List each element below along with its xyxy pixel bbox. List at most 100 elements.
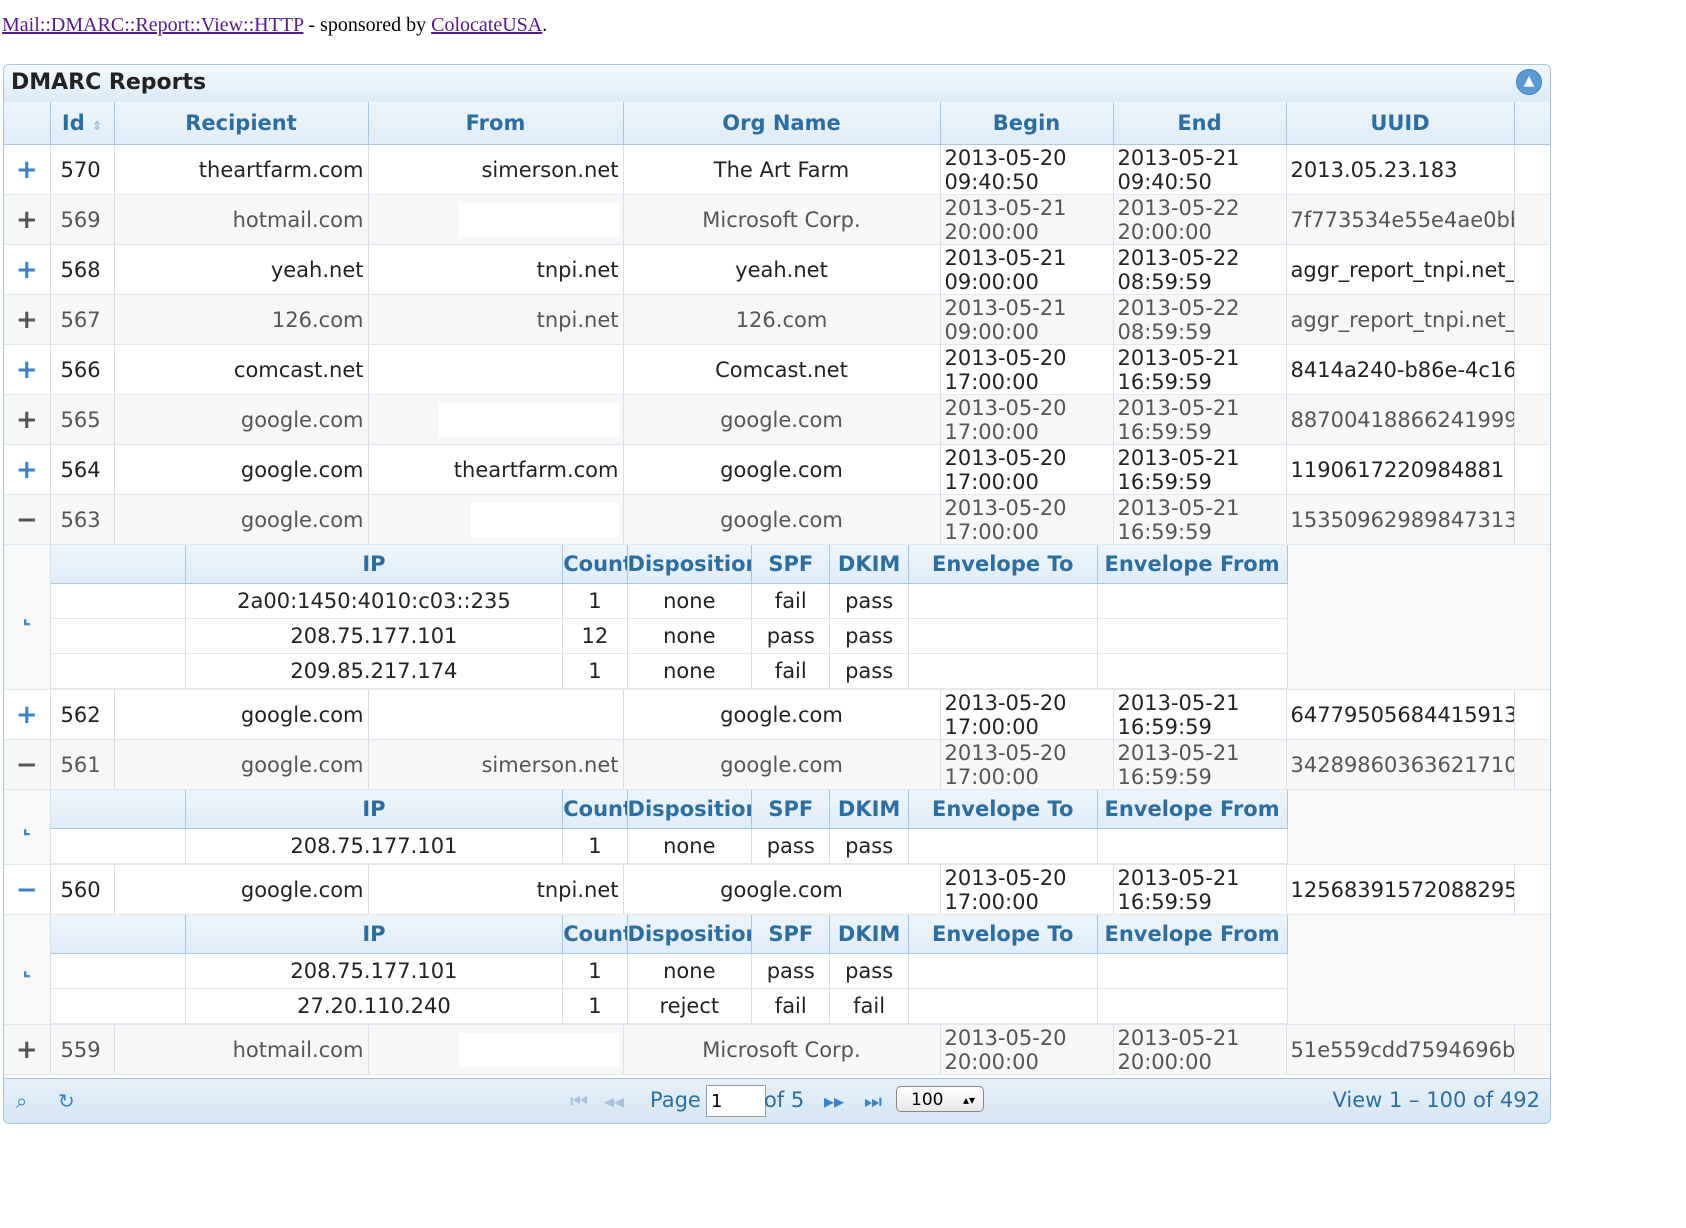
last-page-icon[interactable]: ⏭ [864,1089,882,1113]
col-begin[interactable]: Begin [940,102,1114,145]
table-row[interactable]: +559 hotmail.com Microsoft Corp. 2013-05-20… [4,1024,1550,1075]
expand-icon[interactable]: + [4,394,51,445]
sub-cell-spf: pass [751,953,831,989]
sub-col-dkim[interactable]: DKIM [829,545,909,584]
sub-col-envelope-from[interactable]: Envelope From [1097,915,1288,954]
view-http-link[interactable]: Mail::DMARC::Report::View::HTTP [2,14,303,36]
sub-col-envelope-to[interactable]: Envelope To [908,915,1098,954]
table-row[interactable]: +566 comcast.net Comcast.net 2013-05-20 17:0… [4,344,1550,395]
sub-cell-envelope-to [908,953,1098,989]
sub-cell-dkim: pass [829,653,909,689]
col-org-name[interactable]: Org Name [623,102,941,145]
sub-col-ip[interactable]: IP [185,545,564,584]
table-row[interactable]: +562 google.com google.com 2013-05-20 17:00:… [4,689,1550,740]
col-id[interactable]: Id ⇕ [50,102,115,145]
sub-cell-spf: pass [751,828,831,864]
subgrid-header-row: IP Count Disposition SPF DKIM Envelope To Enve… [50,915,1288,954]
sub-col-count[interactable]: Count [562,545,628,584]
expand-icon[interactable]: + [4,444,51,495]
sort-icon[interactable]: ⇕ [92,119,102,133]
expand-icon[interactable]: + [4,344,51,395]
cell-org-name: The Art Farm [623,145,941,195]
begin-date: 2013-05-21 [944,295,1067,320]
cell-filler [1514,394,1550,445]
prev-page-icon[interactable]: ◂◂ [604,1089,624,1113]
sub-col-envelope-to[interactable]: Envelope To [908,790,1098,829]
sub-col-count[interactable]: Count [562,915,628,954]
cell-begin: 2013-05-20 20:00:00 [940,1024,1114,1075]
rows-per-page-select[interactable]: 100 ▴▾ [896,1086,984,1112]
sub-col-disposition[interactable]: Disposition [627,915,753,954]
sub-cell-spf: fail [751,653,831,689]
end-time: 16:59:59 [1117,519,1212,544]
sub-col-envelope-to[interactable]: Envelope To [908,545,1098,584]
expand-icon[interactable]: + [4,244,51,295]
col-recipient[interactable]: Recipient [114,102,369,145]
sub-col-envelope-from[interactable]: Envelope From [1097,545,1288,584]
subgrid-header-row: IP Count Disposition SPF DKIM Envelope To Enve… [50,790,1288,829]
cell-id: 570 [50,145,115,195]
table-row[interactable]: +568 yeah.net tnpi.net yeah.net 2013-05-21 09… [4,244,1550,295]
sub-col-dkim[interactable]: DKIM [829,790,909,829]
table-row[interactable]: +565 google.com google.com 2013-05-20 17:00:… [4,394,1550,445]
subgrid-corner-icon: ⌞ [4,914,51,1025]
sub-col-disposition[interactable]: Disposition [627,790,753,829]
first-page-icon[interactable]: ⏮ [570,1089,588,1113]
end-date: 2013-05-22 [1117,295,1240,320]
collapse-grid-icon[interactable]: ▲ [1516,69,1542,95]
sub-cell-dkim: pass [829,583,909,619]
next-page-icon[interactable]: ▸▸ [824,1089,844,1113]
cell-filler [1514,739,1550,790]
cell-org-name: Comcast.net [623,344,941,395]
cell-filler [1514,344,1550,395]
table-row[interactable]: −563 google.com google.com 2013-05-20 17:00:… [4,494,1550,545]
expand-icon[interactable]: + [4,194,51,245]
sub-cell-envelope-from [1097,828,1288,864]
sub-col-disposition[interactable]: Disposition [627,545,753,584]
table-row[interactable]: −561 google.com simerson.net google.com 2013… [4,739,1550,790]
search-icon[interactable]: ⌕ [16,1089,27,1113]
expand-icon[interactable]: + [4,294,51,345]
sub-cell-disposition: none [627,583,753,619]
sub-col-blank[interactable] [50,790,186,829]
sub-col-ip[interactable]: IP [185,915,564,954]
table-row[interactable]: −560 google.com tnpi.net google.com 2013-05-… [4,864,1550,915]
col-from[interactable]: From [368,102,624,145]
page-input[interactable] [706,1085,766,1117]
collapse-icon[interactable]: − [4,864,51,915]
begin-time: 17:00:00 [944,419,1039,444]
subgrid-table: IP Count Disposition SPF DKIM Envelope To Enve… [50,545,1288,689]
expand-icon[interactable]: + [4,145,51,195]
collapse-icon[interactable]: − [4,739,51,790]
table-row[interactable]: +570 theartfarm.com simerson.net The Art Fa… [4,145,1550,195]
begin-date: 2013-05-20 [944,740,1067,765]
begin-time: 17:00:00 [944,519,1039,544]
table-row[interactable]: +569 hotmail.com Microsoft Corp. 2013-05-21… [4,194,1550,245]
sub-col-count[interactable]: Count [562,790,628,829]
col-end[interactable]: End [1113,102,1287,145]
end-time: 16:59:59 [1117,764,1212,789]
subgrid-corner-icon: ⌞ [4,544,51,690]
sub-col-envelope-from[interactable]: Envelope From [1097,790,1288,829]
sub-col-dkim[interactable]: DKIM [829,915,909,954]
sub-col-spf[interactable]: SPF [751,915,831,954]
collapse-icon[interactable]: − [4,494,51,545]
sponsor-link[interactable]: ColocateUSA [431,14,542,36]
col-uuid[interactable]: UUID [1286,102,1515,145]
table-row[interactable]: +567 126.com tnpi.net 126.com 2013-05-21 09:0… [4,294,1550,345]
sub-col-ip[interactable]: IP [185,790,564,829]
sub-col-blank[interactable] [50,915,186,954]
begin-time: 09:00:00 [944,319,1039,344]
cell-recipient: google.com [114,394,369,445]
sub-col-spf[interactable]: SPF [751,545,831,584]
expand-icon[interactable]: + [4,1024,51,1075]
expand-icon[interactable]: + [4,689,51,740]
sub-col-blank[interactable] [50,545,186,584]
sub-cell-ip: 27.20.110.240 [185,988,564,1024]
table-row[interactable]: +564 google.com theartfarm.com google.com 20… [4,444,1550,495]
select-arrows-icon: ▴▾ [962,1093,975,1107]
cell-filler [1514,864,1550,915]
refresh-icon[interactable]: ↻ [58,1089,75,1113]
sub-col-spf[interactable]: SPF [751,790,831,829]
cell-uuid: 887004188662419999 [1286,394,1515,445]
